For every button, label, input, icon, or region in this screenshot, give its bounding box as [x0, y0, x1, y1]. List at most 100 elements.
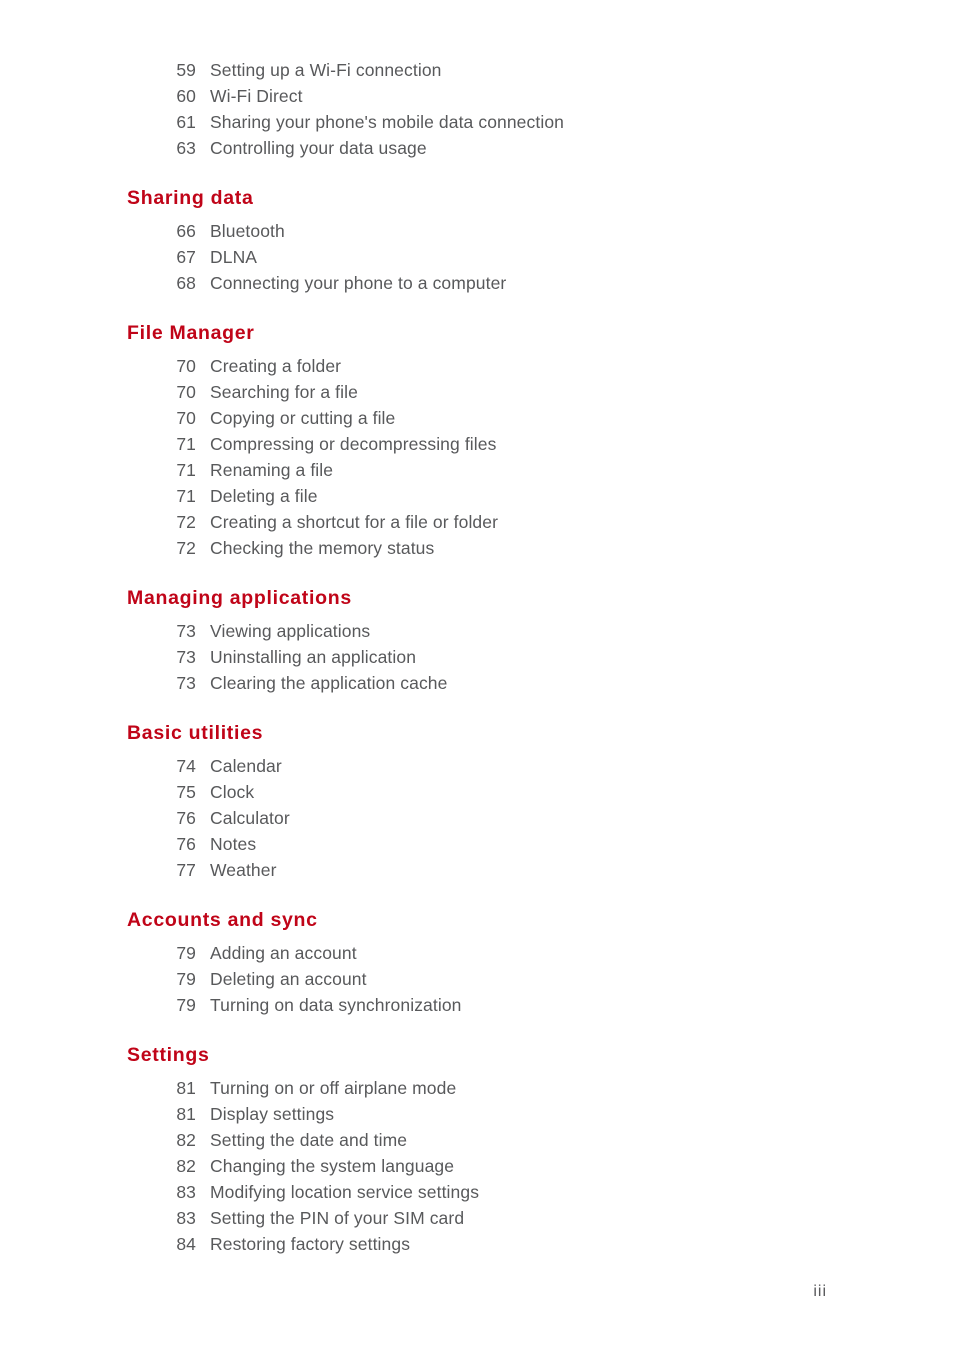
toc-entry-title: Notes	[210, 834, 257, 854]
toc-entry[interactable]: 67 DLNA	[0, 244, 954, 270]
toc-entry-page-number: 59	[176, 60, 196, 80]
toc-entry[interactable]: 70 Copying or cutting a file	[0, 405, 954, 431]
toc-entry-page-number: 70	[176, 408, 196, 428]
toc-entry[interactable]: 76 Calculator	[0, 805, 954, 831]
toc-entry-title: Compressing or decompressing files	[210, 434, 497, 454]
toc-section: Managing applications 73 Viewing applicati…	[0, 585, 954, 696]
toc-section: File Manager 70 Creating a folder 70 Searchi…	[0, 320, 954, 561]
toc-entry-page-number: 70	[176, 356, 196, 376]
toc-entry[interactable]: 66 Bluetooth	[0, 218, 954, 244]
toc-entry-list: 74 Calendar 75 Clock 76 Calculator 76 Notes 77 We…	[0, 753, 954, 883]
toc-entry[interactable]: 74 Calendar	[0, 753, 954, 779]
toc-entry[interactable]: 73 Viewing applications	[0, 618, 954, 644]
toc-entry-title: Turning on or off airplane mode	[210, 1078, 457, 1098]
toc-entry[interactable]: 77 Weather	[0, 857, 954, 883]
toc-entry-page-number: 79	[176, 995, 196, 1015]
toc-section: Settings 81 Turning on or off airplane mod…	[0, 1042, 954, 1257]
toc-entry-title: Controlling your data usage	[210, 138, 427, 158]
toc-entry-page-number: 71	[176, 460, 196, 480]
toc-entry-title: Setting the date and time	[210, 1130, 408, 1150]
toc-entry-title: Calendar	[210, 756, 282, 776]
toc-entry[interactable]: 59 Setting up a Wi-Fi connection	[0, 57, 954, 83]
toc-entry[interactable]: 76 Notes	[0, 831, 954, 857]
toc-entry[interactable]: 83 Modifying location service settings	[0, 1179, 954, 1205]
toc-entry[interactable]: 79 Adding an account	[0, 940, 954, 966]
toc-entry-title: Calculator	[210, 808, 290, 828]
table-of-contents-page: 59 Setting up a Wi-Fi connection 60 Wi-Fi D…	[0, 0, 954, 1352]
toc-entry-page-number: 70	[176, 382, 196, 402]
toc-entry-page-number: 74	[176, 756, 196, 776]
toc-entry-page-number: 71	[176, 434, 196, 454]
toc-entry-page-number: 82	[176, 1156, 196, 1176]
toc-entry-page-number: 75	[176, 782, 196, 802]
toc-section-heading[interactable]: File Manager	[0, 320, 954, 346]
toc-entry-page-number: 81	[176, 1078, 196, 1098]
toc-entry[interactable]: 73 Clearing the application cache	[0, 670, 954, 696]
toc-section-heading[interactable]: Basic utilities	[0, 720, 954, 746]
toc-entry-page-number: 72	[176, 538, 196, 558]
toc-entry[interactable]: 71 Compressing or decompressing files	[0, 431, 954, 457]
toc-section: Basic utilities 74 Calendar 75 Clock 76 Calcul…	[0, 720, 954, 883]
toc-entry-page-number: 83	[176, 1182, 196, 1202]
toc-entry-page-number: 76	[176, 834, 196, 854]
toc-entry[interactable]: 83 Setting the PIN of your SIM card	[0, 1205, 954, 1231]
toc-entry-title: Adding an account	[210, 943, 357, 963]
toc-entry-page-number: 76	[176, 808, 196, 828]
toc-entry[interactable]: 71 Renaming a file	[0, 457, 954, 483]
toc-entry-list: 70 Creating a folder 70 Searching for a fil…	[0, 353, 954, 561]
toc-entry[interactable]: 79 Turning on data synchronization	[0, 992, 954, 1018]
toc-section-heading[interactable]: Managing applications	[0, 585, 954, 611]
toc-entry[interactable]: 73 Uninstalling an application	[0, 644, 954, 670]
toc-entry-title: Checking the memory status	[210, 538, 435, 558]
toc-entry-list: 66 Bluetooth 67 DLNA 68 Connecting your phone…	[0, 218, 954, 296]
toc-section: Accounts and sync 79 Adding an account 79 De…	[0, 907, 954, 1018]
toc-entry-title: Display settings	[210, 1104, 335, 1124]
toc-entry[interactable]: 72 Checking the memory status	[0, 535, 954, 561]
toc-entry-title: Connecting your phone to a computer	[210, 273, 507, 293]
toc-entry[interactable]: 82 Changing the system language	[0, 1153, 954, 1179]
toc-entry[interactable]: 70 Searching for a file	[0, 379, 954, 405]
toc-entry-title: Modifying location service settings	[210, 1182, 480, 1202]
toc-entry-title: Viewing applications	[210, 621, 371, 641]
toc-entry[interactable]: 71 Deleting a file	[0, 483, 954, 509]
toc-entry[interactable]: 75 Clock	[0, 779, 954, 805]
toc-sections-container: Sharing data 66 Bluetooth 67 DLNA 68 Connectin…	[0, 185, 954, 1257]
toc-entry-title: Searching for a file	[210, 382, 358, 402]
toc-entry-title: DLNA	[210, 247, 258, 267]
toc-entry[interactable]: 82 Setting the date and time	[0, 1127, 954, 1153]
toc-entry[interactable]: 61 Sharing your phone's mobile data conne…	[0, 109, 954, 135]
toc-entry[interactable]: 84 Restoring factory settings	[0, 1231, 954, 1257]
toc-entry-title: Copying or cutting a file	[210, 408, 396, 428]
toc-entry[interactable]: 60 Wi-Fi Direct	[0, 83, 954, 109]
toc-entry[interactable]: 81 Display settings	[0, 1101, 954, 1127]
toc-entry-page-number: 83	[176, 1208, 196, 1228]
page-folio: iii	[813, 1283, 827, 1300]
toc-entry-title: Deleting an account	[210, 969, 367, 989]
toc-entry[interactable]: 63 Controlling your data usage	[0, 135, 954, 161]
toc-entry-title: Deleting a file	[210, 486, 318, 506]
toc-section-heading[interactable]: Accounts and sync	[0, 907, 954, 933]
toc-entry-title: Clearing the application cache	[210, 673, 448, 693]
toc-entry-title: Setting the PIN of your SIM card	[210, 1208, 465, 1228]
toc-entry[interactable]: 70 Creating a folder	[0, 353, 954, 379]
toc-entry-page-number: 61	[176, 112, 196, 132]
toc-entry-page-number: 63	[176, 138, 196, 158]
toc-entry-page-number: 60	[176, 86, 196, 106]
toc-entry-title: Setting up a Wi-Fi connection	[210, 60, 442, 80]
toc-entry-title: Uninstalling an application	[210, 647, 417, 667]
toc-entry-title: Renaming a file	[210, 460, 334, 480]
toc-entry-page-number: 66	[176, 221, 196, 241]
toc-entry-title: Creating a shortcut for a file or folder	[210, 512, 499, 532]
toc-section-heading[interactable]: Settings	[0, 1042, 954, 1068]
toc-entry[interactable]: 81 Turning on or off airplane mode	[0, 1075, 954, 1101]
toc-entry-page-number: 73	[176, 621, 196, 641]
toc-entry[interactable]: 72 Creating a shortcut for a file or fold…	[0, 509, 954, 535]
toc-entry[interactable]: 68 Connecting your phone to a computer	[0, 270, 954, 296]
toc-entry-page-number: 67	[176, 247, 196, 267]
toc-section-heading[interactable]: Sharing data	[0, 185, 954, 211]
toc-entry-list: 79 Adding an account 79 Deleting an account…	[0, 940, 954, 1018]
toc-entry-title: Wi-Fi Direct	[210, 86, 303, 106]
toc-entry[interactable]: 79 Deleting an account	[0, 966, 954, 992]
toc-entry-title: Restoring factory settings	[210, 1234, 411, 1254]
toc-entry-title: Clock	[210, 782, 255, 802]
